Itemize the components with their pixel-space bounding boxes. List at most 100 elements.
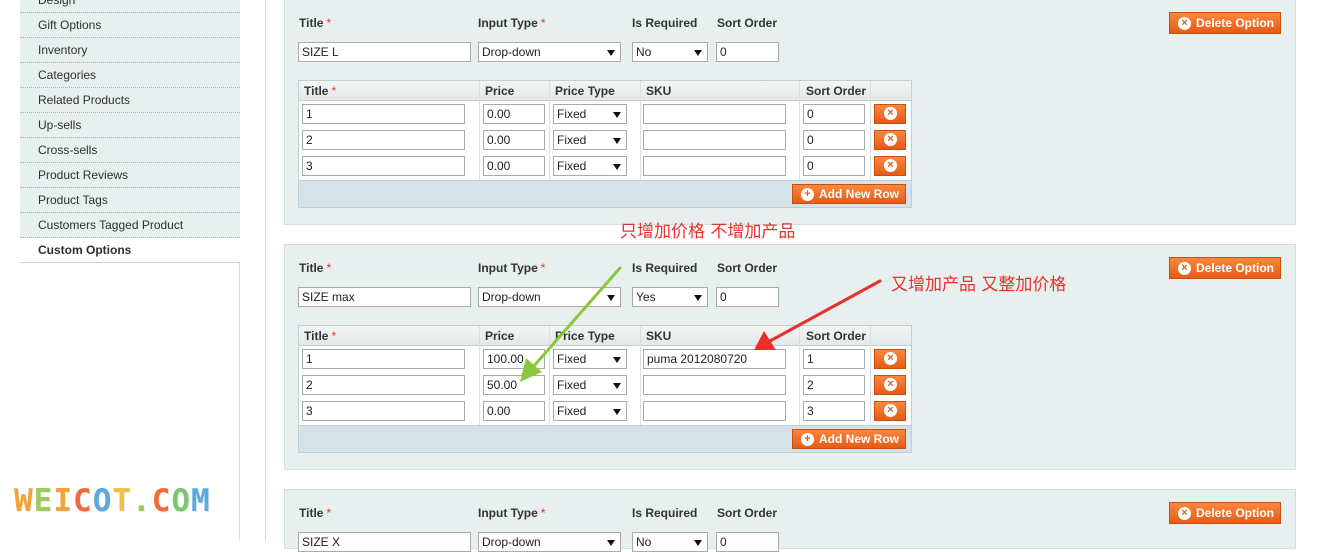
sidebar-divider (239, 263, 240, 540)
option-title-input[interactable]: SIZE X (298, 532, 471, 552)
sidebar-item-categories[interactable]: Categories (20, 63, 240, 88)
logo-letter: I (53, 483, 74, 519)
close-circle-icon: × (1178, 17, 1191, 30)
delete-option-button[interactable]: × Delete Option (1169, 12, 1281, 34)
value-title-input[interactable]: 3 (302, 401, 465, 421)
value-price-input[interactable]: 0.00 (483, 401, 545, 421)
delete-row-button[interactable]: × (874, 401, 906, 421)
col-sort-order-header: Sort Order (806, 84, 867, 98)
annotation-product-and-price: 又增加产品 又整加价格 (891, 275, 1067, 295)
value-price-type-select[interactable]: Fixed (553, 349, 627, 369)
sidebar-item-design[interactable]: Design (20, 0, 240, 13)
value-price-type-select[interactable]: Fixed (553, 401, 627, 421)
sidebar-item-custom-options[interactable]: Custom Options (20, 238, 240, 263)
value-title-input[interactable]: 3 (302, 156, 465, 176)
logo-letter: M (191, 483, 211, 519)
close-circle-icon: × (884, 159, 897, 172)
delete-row-button[interactable]: × (874, 349, 906, 369)
value-sort-order-input[interactable]: 0 (803, 130, 865, 150)
add-new-row-button[interactable]: + Add New Row (792, 429, 906, 449)
close-circle-icon: × (884, 404, 897, 417)
is-required-select[interactable]: No (632, 532, 708, 552)
value-price-input[interactable]: 50.00 (483, 375, 545, 395)
logo-letter: C (73, 483, 93, 519)
delete-option-button[interactable]: × Delete Option (1169, 502, 1281, 524)
dropdown-arrow-icon (694, 295, 702, 301)
input-type-select[interactable]: Drop-down (478, 42, 621, 62)
dropdown-arrow-icon (694, 540, 702, 546)
is-required-select[interactable]: Yes (632, 287, 708, 307)
value-sku-input[interactable]: puma 2012080720 (643, 349, 786, 369)
add-new-row-button[interactable]: + Add New Row (792, 184, 906, 204)
value-price-type-select[interactable]: Fixed (553, 130, 627, 150)
option-title-label: Title * (299, 506, 332, 520)
grid-footer: + Add New Row (299, 425, 911, 452)
col-price-header: Price (485, 329, 515, 343)
sidebar-item-cross-sells[interactable]: Cross-sells (20, 138, 240, 163)
value-title-input[interactable]: 2 (302, 130, 465, 150)
weicot-logo: W E I C O T . C O M (14, 483, 211, 519)
dropdown-arrow-icon (607, 540, 615, 546)
value-sort-order-input[interactable]: 2 (803, 375, 865, 395)
sort-order-label: Sort Order (717, 16, 778, 30)
value-price-input[interactable]: 0.00 (483, 104, 545, 124)
value-title-input[interactable]: 1 (302, 104, 465, 124)
sidebar-item-product-reviews[interactable]: Product Reviews (20, 163, 240, 188)
close-circle-icon: × (884, 107, 897, 120)
dropdown-arrow-icon (613, 164, 621, 170)
logo-letter: E (33, 483, 54, 519)
logo-letter: O (171, 483, 192, 519)
dropdown-arrow-icon (613, 138, 621, 144)
sidebar-tabs: Design Gift Options Inventory Categories… (20, 0, 240, 263)
input-type-select[interactable]: Drop-down (478, 532, 621, 552)
value-sort-order-input[interactable]: 1 (803, 349, 865, 369)
value-price-type-select[interactable]: Fixed (553, 156, 627, 176)
dropdown-arrow-icon (613, 112, 621, 118)
close-circle-icon: × (1178, 507, 1191, 520)
value-price-type-select[interactable]: Fixed (553, 375, 627, 395)
dropdown-arrow-icon (607, 50, 615, 56)
value-sort-order-input[interactable]: 0 (803, 156, 865, 176)
delete-row-button[interactable]: × (874, 375, 906, 395)
value-price-input[interactable]: 0.00 (483, 130, 545, 150)
close-circle-icon: × (884, 378, 897, 391)
sidebar-item-customers-tagged-product[interactable]: Customers Tagged Product (20, 213, 240, 238)
grid-header: Title * Price Price Type SKU Sort Order (299, 326, 911, 346)
close-circle-icon: × (1178, 262, 1191, 275)
value-sku-input[interactable] (643, 130, 786, 150)
option-sort-order-input[interactable]: 0 (716, 287, 779, 307)
dropdown-arrow-icon (613, 383, 621, 389)
col-title-header: Title * (304, 84, 337, 98)
value-sku-input[interactable] (643, 104, 786, 124)
sidebar-item-product-tags[interactable]: Product Tags (20, 188, 240, 213)
value-title-input[interactable]: 1 (302, 349, 465, 369)
is-required-select[interactable]: No (632, 42, 708, 62)
is-required-label: Is Required (632, 261, 698, 275)
sidebar-item-related-products[interactable]: Related Products (20, 88, 240, 113)
option-sort-order-input[interactable]: 0 (716, 42, 779, 62)
input-type-select[interactable]: Drop-down (478, 287, 621, 307)
logo-letter: C (151, 483, 172, 519)
option-title-input[interactable]: SIZE max (298, 287, 471, 307)
delete-option-button[interactable]: × Delete Option (1169, 257, 1281, 279)
value-price-input[interactable]: 0.00 (483, 156, 545, 176)
value-sku-input[interactable] (643, 375, 786, 395)
sidebar-item-gift-options[interactable]: Gift Options (20, 13, 240, 38)
delete-row-button[interactable]: × (874, 104, 906, 124)
value-title-input[interactable]: 2 (302, 375, 465, 395)
delete-row-button[interactable]: × (874, 156, 906, 176)
sidebar-item-inventory[interactable]: Inventory (20, 38, 240, 63)
value-sku-input[interactable] (643, 401, 786, 421)
value-sort-order-input[interactable]: 0 (803, 104, 865, 124)
option-title-input[interactable]: SIZE L (298, 42, 471, 62)
value-price-input[interactable]: 100.00 (483, 349, 545, 369)
value-sku-input[interactable] (643, 156, 786, 176)
value-price-type-select[interactable]: Fixed (553, 104, 627, 124)
is-required-label: Is Required (632, 16, 698, 30)
sidebar-item-up-sells[interactable]: Up-sells (20, 113, 240, 138)
input-type-label: Input Type * (478, 261, 546, 275)
dropdown-arrow-icon (607, 295, 615, 301)
delete-row-button[interactable]: × (874, 130, 906, 150)
value-sort-order-input[interactable]: 3 (803, 401, 865, 421)
option-sort-order-input[interactable]: 0 (716, 532, 779, 552)
